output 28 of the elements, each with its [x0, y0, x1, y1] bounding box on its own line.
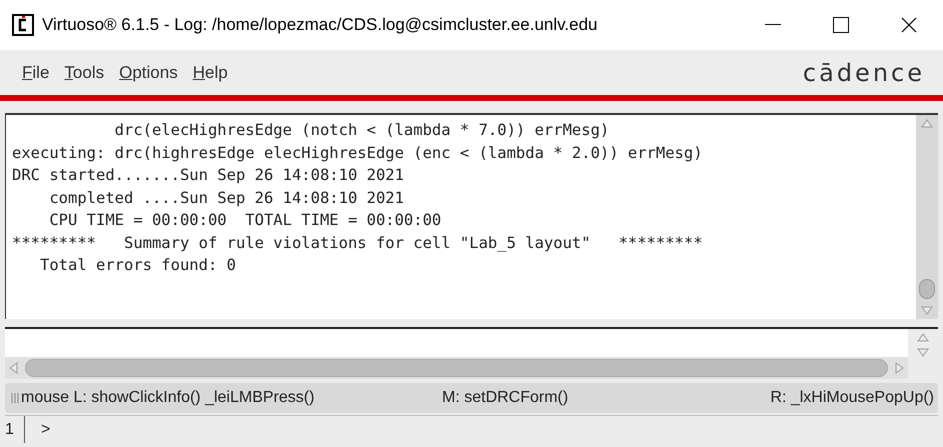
app-icon — [12, 14, 34, 36]
log-line: ********* Summary of rule violations for cell "Lab_5 layout" ********* — [12, 232, 703, 254]
log-line: CPU TIME = 00:00:00 TOTAL TIME = 00:00:00 — [48, 210, 442, 231]
log-line: DRC started.......Sun Sep 26 14:08:10 2021 — [12, 165, 404, 186]
vertical-scrollbar[interactable] — [916, 115, 938, 319]
scroll-thumb[interactable] — [919, 279, 935, 299]
horizontal-scrollbar[interactable] — [5, 357, 908, 379]
maximize-icon — [833, 17, 849, 33]
line-number: 1 — [5, 416, 25, 443]
log-line: completed ....Sun Sep 26 14:08:10 2021 — [48, 188, 404, 208]
status-text: mouse L: showClickInfo() _leiLMBPress() — [21, 388, 316, 408]
status-text: M: setDRCForm() — [442, 388, 568, 408]
cadence-logo: cādence — [802, 58, 925, 88]
window-title: Virtuoso® 6.1.5 - Log: /home/lopezmac/CDS.log@csimcluster.ee.unlv.edu — [42, 14, 598, 36]
log-line: Total errors found: 0 — [38, 255, 236, 276]
command-prompt: > — [41, 420, 50, 440]
input-field[interactable] — [5, 329, 908, 357]
menu-item[interactable]: Options — [119, 60, 178, 86]
grip-icon — [11, 392, 19, 404]
close-icon — [901, 17, 917, 33]
minimize-icon — [765, 24, 781, 26]
log-line: drc(elecHighresEdge (notch < (lambda * 7.0)) errMesg) — [114, 120, 610, 141]
menu-item[interactable]: File — [22, 60, 50, 86]
scroll-thumb[interactable] — [25, 359, 888, 377]
log-line: executing: drc(highresEdge elecHighresEdge (enc < (lambda * 2.0)) errMesg) — [12, 142, 703, 164]
menu-item[interactable]: Tools — [64, 60, 104, 86]
menu-item[interactable]: Help — [192, 60, 228, 86]
status-text: R: _lxHiMousePopUp() — [770, 388, 934, 408]
